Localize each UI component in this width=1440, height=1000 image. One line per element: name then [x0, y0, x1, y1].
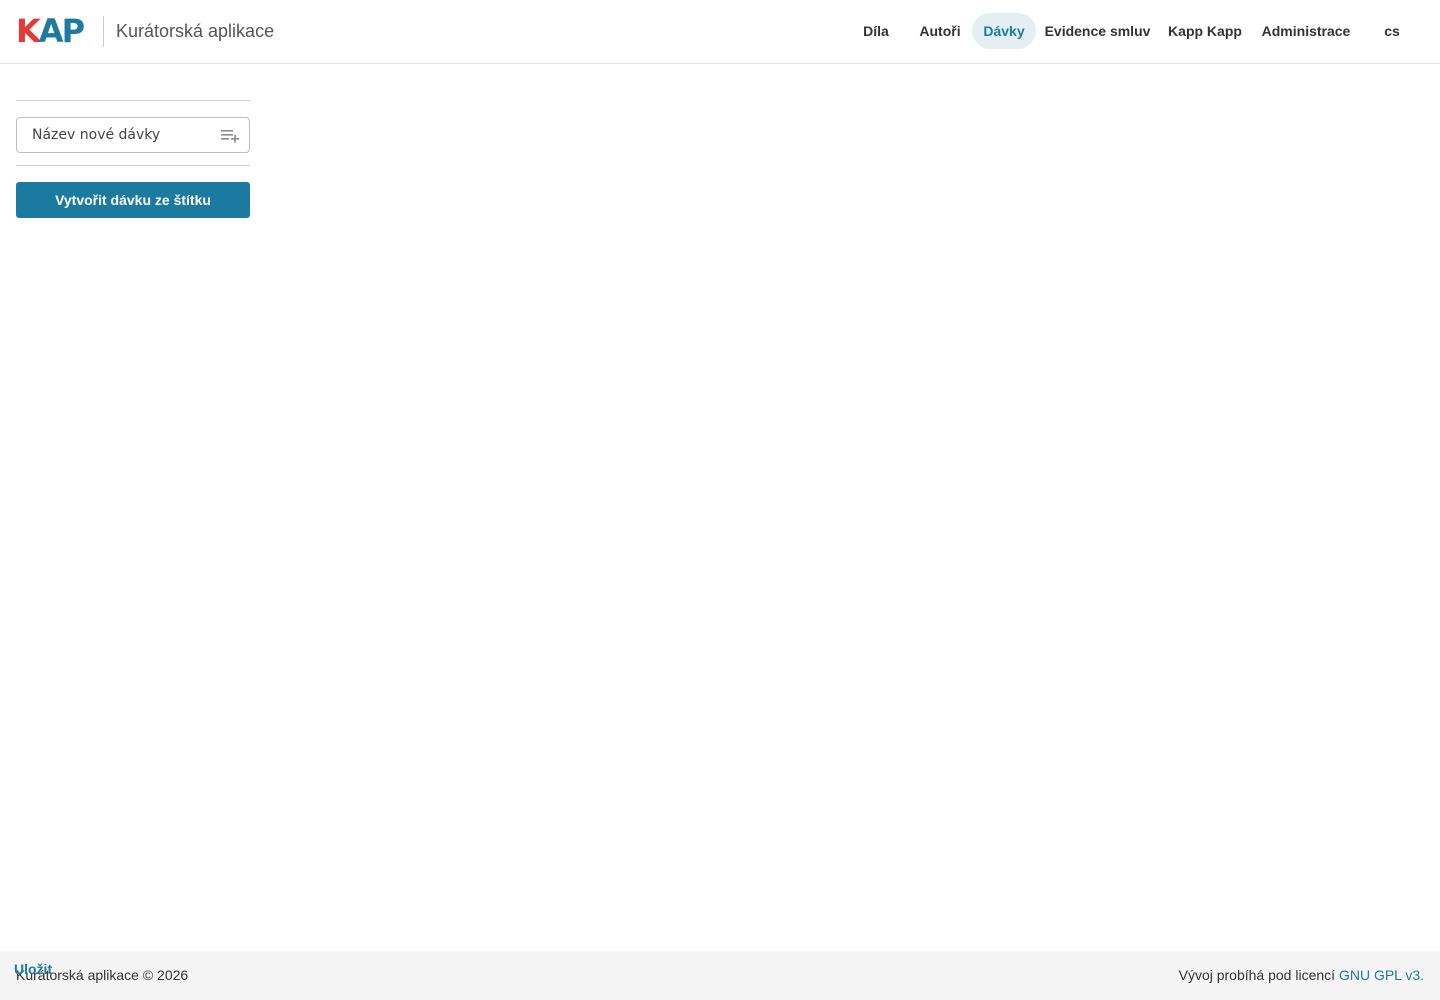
sidebar-divider-top — [16, 100, 250, 101]
nav-item-kapp-kapp[interactable]: Kapp Kapp — [1160, 13, 1250, 49]
app-title: Kurátorská aplikace — [116, 21, 275, 41]
logo-ap: AP — [38, 12, 85, 50]
save-link[interactable]: Uložit — [14, 961, 52, 977]
page: K AP Kurátorská aplikace Díla Autoři Dávk… — [0, 0, 1440, 1000]
sidebar-divider-bottom — [16, 165, 250, 166]
license-text: Vývoj probíhá pod licencí — [1178, 967, 1339, 983]
license-link[interactable]: GNU GPL v3. — [1339, 967, 1424, 983]
language-selector[interactable]: cs — [1372, 13, 1412, 49]
playlist-add-icon[interactable] — [221, 128, 241, 144]
logo-k: K — [16, 12, 41, 50]
footer-license: Vývoj probíhá pod licencí GNU GPL v3. — [1179, 967, 1424, 983]
nav-item-dila[interactable]: Díla — [848, 13, 904, 49]
kap-logo[interactable]: K AP — [16, 12, 85, 50]
nav-item-evidence-smluv[interactable]: Evidence smluv — [1040, 13, 1155, 49]
create-batch-from-tag-button[interactable]: Vytvořit dávku ze štítku — [16, 182, 250, 218]
top-bar: K AP Kurátorská aplikace Díla Autoři Dávk… — [0, 0, 1440, 64]
nav-item-administrace[interactable]: Administrace — [1254, 13, 1358, 49]
logo-divider — [103, 16, 104, 47]
new-batch-input[interactable] — [32, 118, 222, 152]
footer: Kurátorská aplikace © 2026 Uložit Vývoj … — [0, 951, 1440, 1000]
new-batch-field[interactable] — [16, 117, 250, 153]
nav-item-davky[interactable]: Dávky — [972, 13, 1036, 49]
nav-item-autori[interactable]: Autoři — [908, 13, 972, 49]
